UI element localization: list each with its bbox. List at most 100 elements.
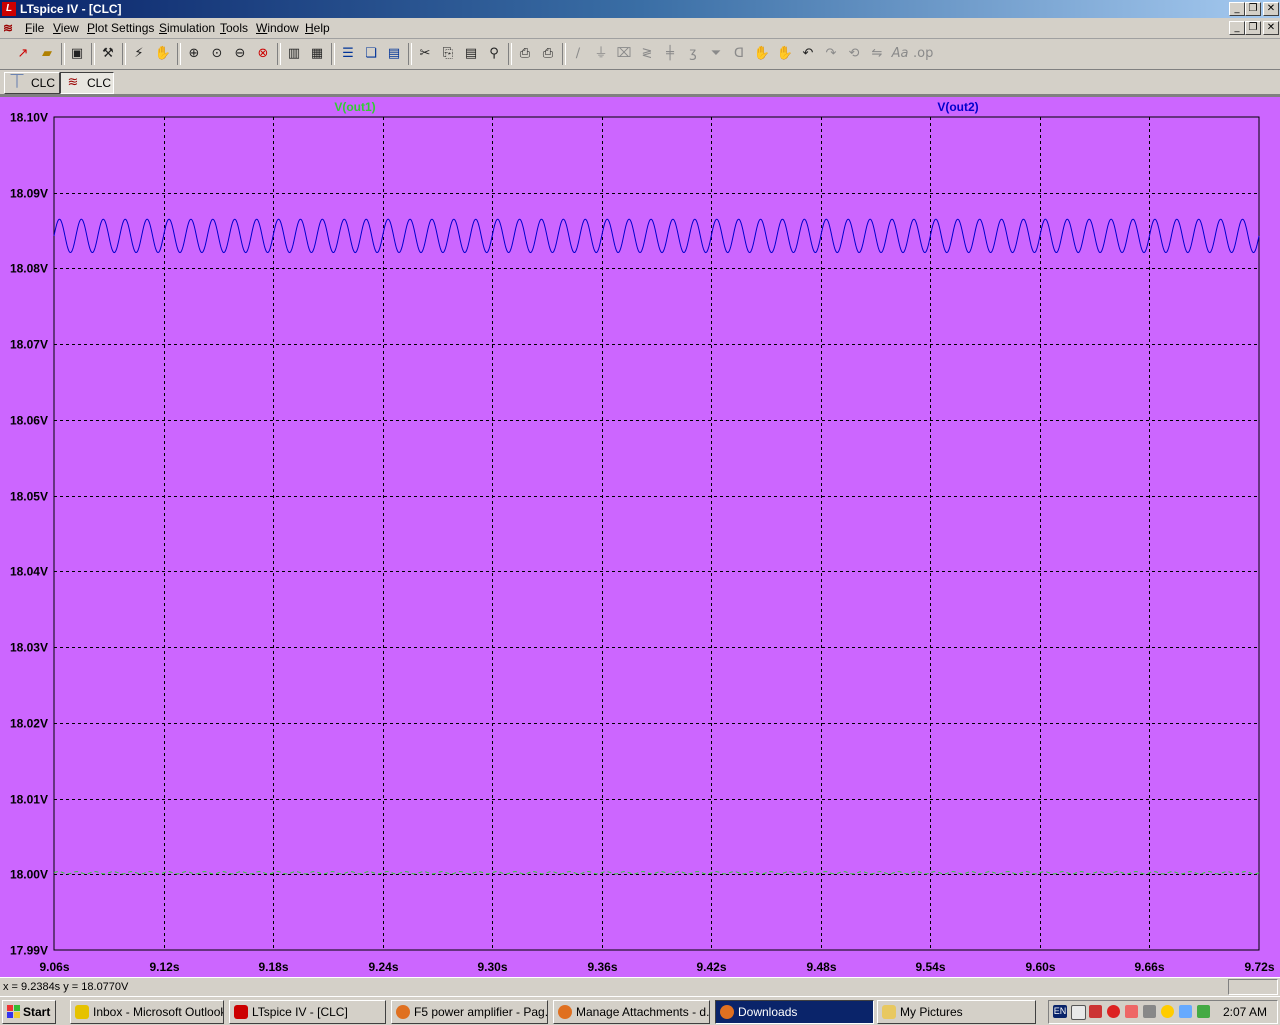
messenger-icon[interactable] (1161, 1005, 1174, 1018)
menu-view[interactable]: View (53, 21, 79, 35)
print-icon[interactable]: ⎙ (538, 44, 558, 64)
y-tick-label: 18.00V (10, 868, 48, 882)
toolbar-separator (277, 43, 281, 65)
paste-icon[interactable]: ▤ (461, 44, 481, 64)
plot-settings-icon[interactable]: ▦ (307, 44, 327, 64)
tile-horizontal-icon[interactable]: ☰ (338, 44, 358, 64)
task-ltspice[interactable]: LTspice IV - [CLC] (229, 1000, 386, 1024)
menu-file[interactable]: File (25, 21, 44, 35)
system-tray: EN 2:07 AM (1048, 1000, 1278, 1024)
autorange-icon[interactable]: ▥ (284, 44, 304, 64)
capacitor-icon[interactable]: ╪ (660, 44, 680, 64)
y-tick-label: 18.08V (10, 262, 48, 276)
menu-window[interactable]: Window (256, 21, 299, 35)
waveform-plot[interactable]: 9.06s 9.12s 9.18s 9.24s 9.30s 9.36s 9.42s 9.48s… (0, 95, 1280, 977)
text-icon[interactable]: Aa (890, 44, 910, 64)
new-schematic-icon[interactable]: ↗ (13, 44, 33, 64)
close-button[interactable]: ✕ (1263, 2, 1279, 16)
task-f5-power-amplifier[interactable]: F5 power amplifier - Pag... (391, 1000, 548, 1024)
task-downloads[interactable]: Downloads (715, 1000, 874, 1024)
firefox-icon (396, 1005, 410, 1019)
task-outlook[interactable]: Inbox - Microsoft Outlook (70, 1000, 224, 1024)
display-icon[interactable] (1179, 1005, 1192, 1018)
wire-icon[interactable]: ∕ (568, 44, 588, 64)
undo-icon[interactable]: ↶ (798, 44, 818, 64)
menu-tools[interactable]: Tools (220, 21, 248, 35)
x-tick-label: 9.54s (915, 960, 945, 974)
document-tabs: ⏉ CLC ≋ CLC (0, 70, 1280, 95)
toolbar-separator (562, 43, 566, 65)
restore-button[interactable]: ❐ (1245, 2, 1261, 16)
pan-icon[interactable]: ✋ (153, 44, 173, 64)
windows-flag-icon (7, 1005, 20, 1018)
mirror-icon[interactable]: ⇋ (867, 44, 887, 64)
run-icon[interactable]: ⚡ (129, 44, 149, 64)
menu-help[interactable]: Help (305, 21, 330, 35)
toolbar-separator (408, 43, 412, 65)
spice-directive-icon[interactable]: .op (913, 44, 933, 64)
menu-simulation[interactable]: Simulation (159, 21, 215, 35)
ltspice-icon (234, 1005, 248, 1019)
redo-icon[interactable]: ↷ (821, 44, 841, 64)
mail-icon[interactable] (1071, 1005, 1086, 1020)
rotate-icon[interactable]: ⟲ (844, 44, 864, 64)
print-preview-icon[interactable]: ⎙ (515, 44, 535, 64)
zoom-area-icon[interactable]: ⊙ (207, 44, 227, 64)
tab-schematic-clc[interactable]: ⏉ CLC (4, 72, 60, 94)
zoom-cancel-icon[interactable]: ⊗ (253, 44, 273, 64)
waveform-window-icon[interactable]: ≋ (3, 21, 19, 35)
cut-icon[interactable]: ✂ (415, 44, 435, 64)
y-tick-label: 18.04V (10, 565, 48, 579)
open-icon[interactable]: ▰ (37, 44, 57, 64)
schematic-icon: ⏉ (10, 75, 24, 90)
toolbar-separator (122, 43, 126, 65)
y-tick-label: 18.07V (10, 338, 48, 352)
zoom-out-icon[interactable]: ⊖ (230, 44, 250, 64)
diode-icon[interactable]: ⏷ (706, 44, 726, 64)
cascade-icon[interactable]: ❏ (361, 44, 381, 64)
language-icon[interactable]: EN (1053, 1005, 1067, 1018)
connection-icon[interactable] (1197, 1005, 1210, 1018)
folder-icon (882, 1005, 896, 1019)
shield-icon[interactable] (1089, 1005, 1102, 1018)
move-icon[interactable]: ✋ (752, 44, 772, 64)
x-tick-label: 9.18s (258, 960, 288, 974)
volume-icon[interactable] (1143, 1005, 1156, 1018)
waveform-plot-svg[interactable]: 9.06s 9.12s 9.18s 9.24s 9.30s 9.36s 9.42s 9.48s… (0, 97, 1280, 977)
inductor-icon[interactable]: ʒ (683, 44, 703, 64)
ground-icon[interactable]: ⏚ (591, 44, 611, 64)
x-tick-label: 9.30s (477, 960, 507, 974)
copy-icon[interactable]: ⎘ (438, 44, 458, 64)
find-icon[interactable]: ⚲ (484, 44, 504, 64)
window-title: LTspice IV - [CLC] (20, 2, 122, 16)
start-button[interactable]: Start (2, 1000, 56, 1024)
mdi-minimize-button[interactable]: _ (1229, 21, 1245, 35)
mdi-close-button[interactable]: ✕ (1263, 21, 1279, 35)
tab-waveform-clc[interactable]: ≋ CLC (60, 72, 114, 94)
antivirus-icon[interactable] (1107, 1005, 1120, 1018)
task-my-pictures[interactable]: My Pictures (877, 1000, 1036, 1024)
minimize-button[interactable]: _ (1229, 2, 1245, 16)
x-tick-label: 9.48s (806, 960, 836, 974)
network-icon[interactable] (1125, 1005, 1138, 1018)
plot-frame (53, 116, 1260, 951)
toolbar-separator (177, 43, 181, 65)
ltspice-app-icon[interactable]: L (2, 2, 16, 16)
resistor-icon[interactable]: ≷ (637, 44, 657, 64)
task-manage-attachments[interactable]: Manage Attachments - d... (553, 1000, 710, 1024)
toolbar: ↗ ▰ ▣ ⚒ ⚡ ✋ ⊕ ⊙ ⊖ ⊗ ▥ ▦ ☰ ❏ ▤ ✂ ⎘ ▤ ⚲ ⎙ … (0, 39, 1280, 70)
save-icon[interactable]: ▣ (67, 44, 87, 64)
mdi-restore-button[interactable]: ❐ (1245, 21, 1261, 35)
menu-plot-settings[interactable]: Plot Settings (87, 21, 154, 35)
label-icon[interactable]: ⌧ (614, 44, 634, 64)
x-tick-label: 9.60s (1025, 960, 1055, 974)
y-tick-label: 18.06V (10, 414, 48, 428)
x-tick-label: 9.12s (149, 960, 179, 974)
tile-vertical-icon[interactable]: ▤ (384, 44, 404, 64)
control-panel-icon[interactable]: ⚒ (98, 44, 118, 64)
drag-icon[interactable]: ✋ (775, 44, 795, 64)
component-icon[interactable]: ᗡ (729, 44, 749, 64)
zoom-in-icon[interactable]: ⊕ (184, 44, 204, 64)
taskbar: Start Inbox - Microsoft Outlook LTspice … (0, 996, 1280, 1025)
y-tick-label: 18.01V (10, 793, 48, 807)
